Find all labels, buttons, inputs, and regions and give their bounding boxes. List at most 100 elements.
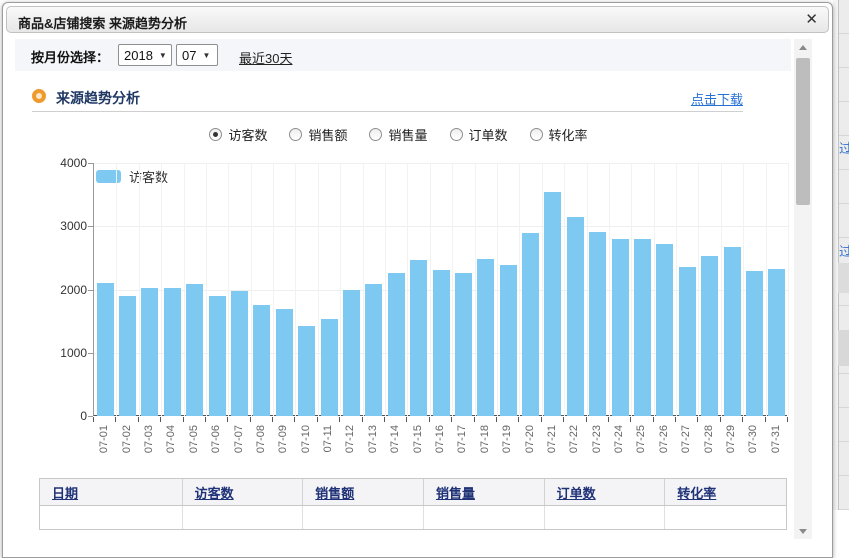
- background-row-band: [838, 263, 849, 293]
- bar-07-25[interactable]: [634, 239, 651, 416]
- table-header-cell[interactable]: 访客数: [183, 479, 304, 505]
- scroll-up-button[interactable]: [794, 39, 812, 55]
- grid-line: [295, 163, 296, 416]
- scrollbar-thumb[interactable]: [796, 58, 810, 205]
- grid-line: [676, 163, 677, 416]
- bar-07-05[interactable]: [186, 284, 203, 416]
- bar-07-30[interactable]: [746, 271, 763, 416]
- x-axis-label: 07-04: [165, 425, 177, 453]
- y-axis-tick: [88, 226, 93, 227]
- radio-icon: [369, 128, 382, 141]
- bar-07-11[interactable]: [321, 319, 338, 416]
- x-axis-label: 07-29: [725, 425, 737, 453]
- bar-07-07[interactable]: [231, 291, 248, 416]
- chevron-down-icon: ▼: [159, 51, 167, 60]
- bar-07-08[interactable]: [253, 305, 270, 416]
- x-axis-tick: [205, 417, 206, 422]
- table-header-label[interactable]: 转化率: [677, 483, 716, 502]
- x-axis-label: 07-25: [635, 425, 647, 453]
- grid-line: [94, 226, 788, 227]
- radio-icon: [289, 128, 302, 141]
- bar-07-12[interactable]: [343, 290, 360, 417]
- section-bullet-icon: [32, 89, 46, 103]
- bar-07-16[interactable]: [433, 270, 450, 416]
- x-axis-label: 07-18: [479, 425, 491, 453]
- download-link[interactable]: 点击下载: [691, 89, 743, 108]
- x-axis-tick: [518, 417, 519, 422]
- bar-07-15[interactable]: [410, 260, 427, 416]
- bar-07-02[interactable]: [119, 296, 136, 416]
- year-select[interactable]: 2018 ▼: [118, 44, 172, 66]
- y-axis-tick-label: 0: [27, 409, 87, 423]
- background-page-strip: 过 过: [833, 0, 849, 510]
- close-icon[interactable]: ✕: [805, 11, 818, 29]
- bar-07-19[interactable]: [500, 265, 517, 416]
- metric-radio-3[interactable]: 订单数: [450, 125, 508, 144]
- grid-line: [273, 163, 274, 416]
- metric-radio-4[interactable]: 转化率: [530, 125, 588, 144]
- table-header-cell[interactable]: 转化率: [665, 479, 786, 505]
- bar-07-14[interactable]: [388, 273, 405, 416]
- x-axis-tick: [317, 417, 318, 422]
- table-header-cell[interactable]: 日期: [40, 479, 183, 505]
- bar-07-10[interactable]: [298, 326, 315, 416]
- grid-line: [430, 163, 431, 416]
- y-axis-tick: [88, 290, 93, 291]
- bar-07-17[interactable]: [455, 273, 472, 416]
- x-axis-tick: [541, 417, 542, 422]
- bar-07-09[interactable]: [276, 309, 293, 416]
- table-header-cell[interactable]: 销售量: [424, 479, 545, 505]
- bar-07-04[interactable]: [164, 288, 181, 416]
- bar-07-26[interactable]: [656, 244, 673, 416]
- bar-07-03[interactable]: [141, 288, 158, 416]
- metric-radio-2[interactable]: 销售量: [369, 125, 427, 144]
- x-axis-label: 07-13: [367, 425, 379, 453]
- metric-radio-label: 订单数: [469, 125, 508, 144]
- bar-07-27[interactable]: [679, 267, 696, 416]
- x-axis-label: 07-31: [770, 425, 782, 453]
- metric-radio-0[interactable]: 访客数: [209, 125, 267, 144]
- x-axis-tick: [653, 417, 654, 422]
- bar-07-13[interactable]: [365, 284, 382, 416]
- bar-07-18[interactable]: [477, 259, 494, 416]
- grid-line: [184, 163, 185, 416]
- table-header-cell[interactable]: 订单数: [545, 479, 666, 505]
- recent-30-days-link[interactable]: 最近30天: [239, 48, 292, 67]
- table-header-cell[interactable]: 销售额: [303, 479, 424, 505]
- table-cell: [545, 506, 666, 529]
- bar-07-22[interactable]: [567, 217, 584, 416]
- x-axis-tick: [138, 417, 139, 422]
- y-axis-tick: [88, 163, 93, 164]
- bar-07-01[interactable]: [97, 283, 114, 416]
- x-axis-label: 07-20: [524, 425, 536, 453]
- x-axis-label: 07-24: [613, 425, 625, 453]
- bar-07-23[interactable]: [589, 232, 606, 416]
- x-axis-label: 07-17: [456, 425, 468, 453]
- table-header-label[interactable]: 销售量: [436, 483, 475, 502]
- month-select[interactable]: 07 ▼: [176, 44, 218, 66]
- grid-line: [340, 163, 341, 416]
- bar-07-31[interactable]: [768, 269, 785, 416]
- bar-07-29[interactable]: [724, 247, 741, 416]
- x-axis-label: 07-30: [747, 425, 759, 453]
- bar-07-28[interactable]: [701, 256, 718, 416]
- grid-line: [385, 163, 386, 416]
- bar-07-06[interactable]: [209, 296, 226, 416]
- table-header-label[interactable]: 订单数: [557, 483, 596, 502]
- metric-radio-1[interactable]: 销售额: [289, 125, 347, 144]
- table-header-label[interactable]: 销售额: [315, 483, 354, 502]
- scroll-down-button[interactable]: [794, 523, 812, 539]
- x-axis-tick: [272, 417, 273, 422]
- bar-07-21[interactable]: [544, 192, 561, 416]
- table-header-label[interactable]: 日期: [52, 483, 78, 502]
- bar-07-20[interactable]: [522, 233, 539, 416]
- grid-line: [94, 163, 788, 164]
- background-clipped-link: 过: [839, 241, 849, 257]
- grid-line: [318, 163, 319, 416]
- radio-icon: [530, 128, 543, 141]
- vertical-scrollbar[interactable]: [794, 39, 812, 539]
- table-header-label[interactable]: 访客数: [195, 483, 234, 502]
- bar-07-24[interactable]: [612, 239, 629, 416]
- x-axis-label: 07-05: [188, 425, 200, 453]
- x-axis-tick: [384, 417, 385, 422]
